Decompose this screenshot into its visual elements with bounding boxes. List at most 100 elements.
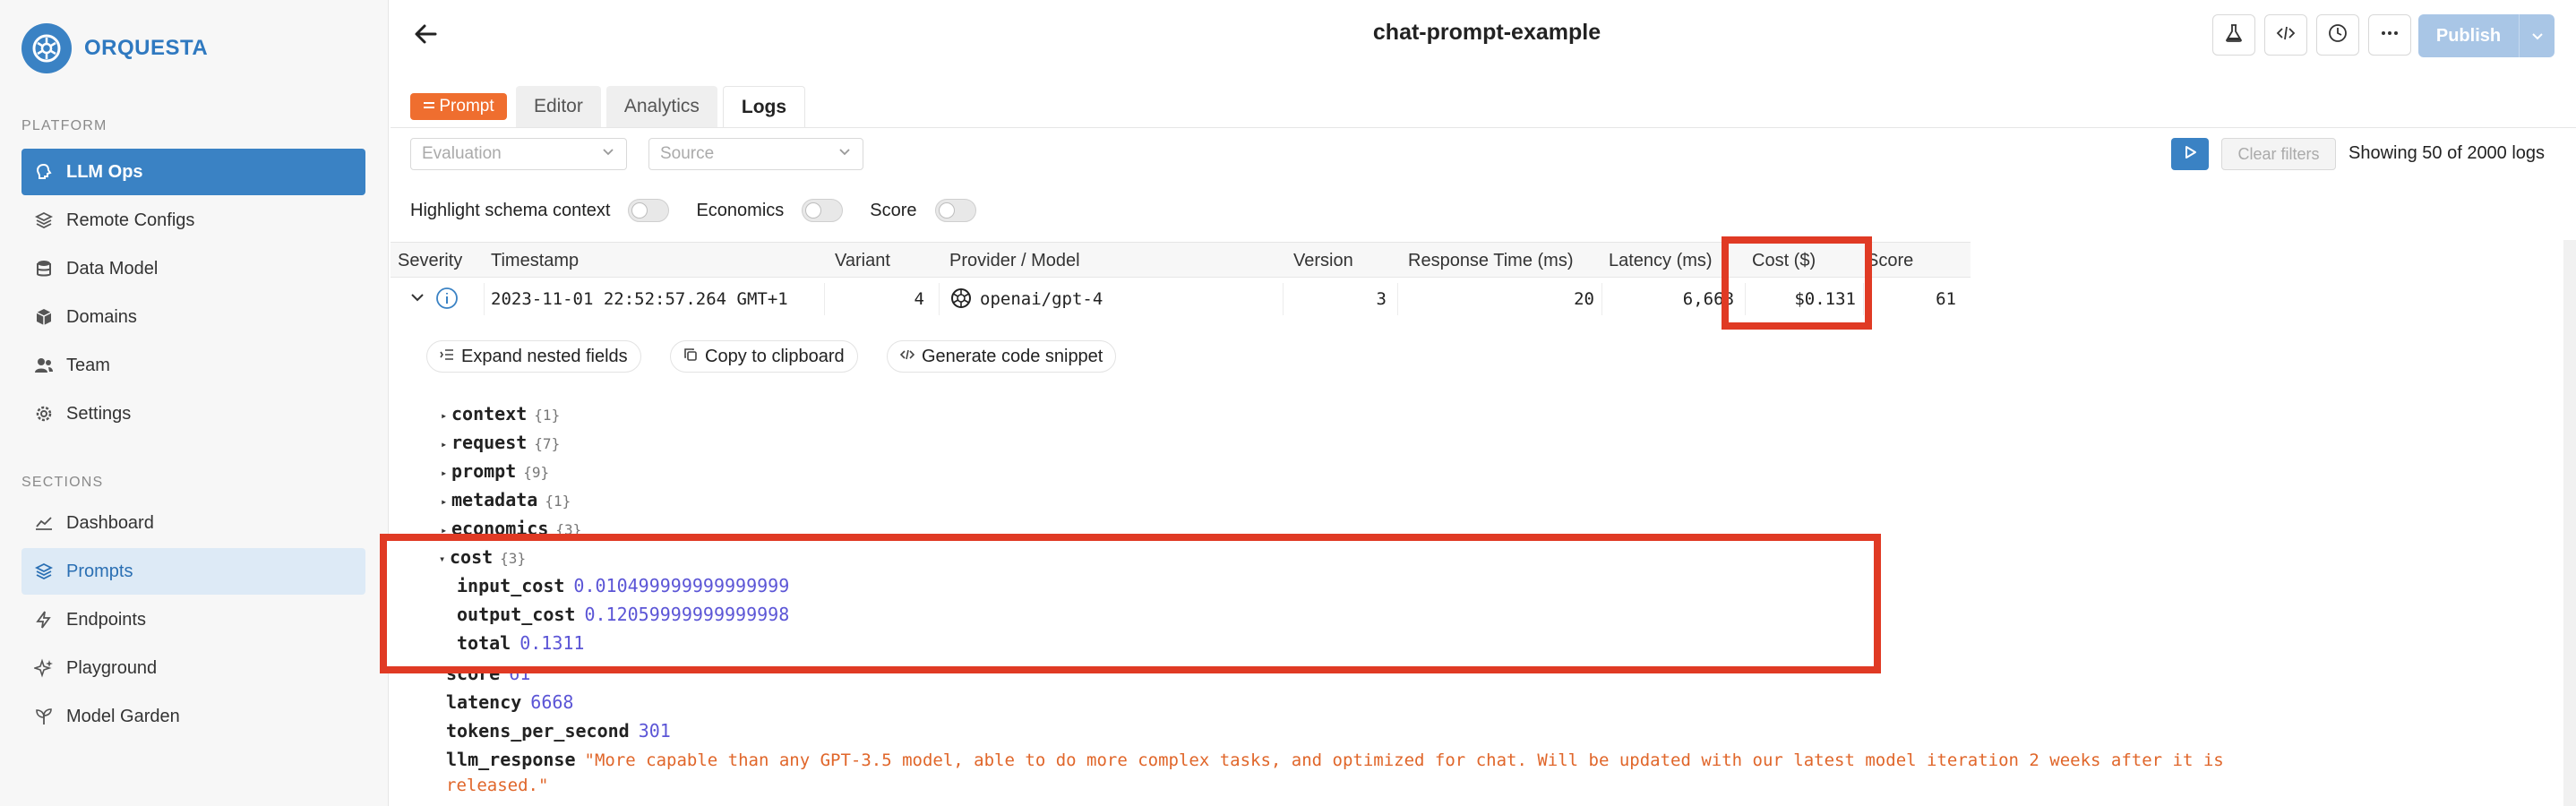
- chevron-down-icon: [601, 144, 615, 164]
- column-header-version[interactable]: Version: [1293, 251, 1353, 271]
- list-expand-icon: [440, 347, 454, 366]
- chevron-down-icon: [837, 144, 852, 164]
- menu-icon: [423, 97, 435, 116]
- tree-node-request[interactable]: ▸ request {7}: [441, 432, 560, 453]
- expand-nested-fields-button[interactable]: Expand nested fields: [426, 340, 641, 373]
- chevron-down-icon[interactable]: [408, 288, 426, 312]
- tree-leaf-latency: latency 6668: [446, 691, 574, 713]
- caret-right-icon: ▸: [441, 408, 448, 422]
- info-icon: [435, 287, 459, 315]
- tree-node-metadata[interactable]: ▸ metadata {1}: [441, 489, 571, 510]
- log-count-text: Showing 50 of 2000 logs: [2348, 143, 2546, 163]
- gear-icon: [34, 404, 54, 424]
- bolt-icon: [34, 610, 54, 630]
- clock-icon: [2328, 23, 2348, 47]
- sidebar-item-label: Data Model: [66, 258, 159, 279]
- toggle-knob: [631, 202, 648, 219]
- caret-down-icon: ▾: [439, 552, 446, 565]
- ellipsis-icon: [2380, 23, 2400, 47]
- score-label: Score: [870, 200, 917, 220]
- sidebar-item-domains[interactable]: Domains: [21, 294, 365, 340]
- sidebar-item-label: Endpoints: [66, 609, 146, 630]
- layers-icon: [34, 210, 54, 230]
- clear-filters-button[interactable]: Clear filters: [2221, 138, 2336, 170]
- toggle-knob: [805, 202, 822, 219]
- sidebar-item-label: Domains: [66, 306, 137, 327]
- layers-icon: [34, 562, 54, 581]
- copy-to-clipboard-label: Copy to clipboard: [705, 346, 845, 366]
- cost-column-highlight: [1722, 236, 1872, 330]
- column-header-severity[interactable]: Severity: [398, 251, 462, 271]
- cell-timestamp: 2023-11-01 22:52:57.264 GMT+1: [491, 289, 788, 309]
- sidebar-item-label: Model Garden: [66, 706, 180, 726]
- evaluation-select[interactable]: Evaluation: [410, 138, 627, 170]
- column-header-timestamp[interactable]: Timestamp: [491, 251, 579, 271]
- vertical-scrollbar[interactable]: [2563, 240, 2576, 806]
- highlighted-tree-leaf-output-cost: output_cost 0.12059999999999998: [457, 604, 790, 625]
- run-filters-button[interactable]: [2171, 138, 2209, 170]
- cell-response-time: 20: [1574, 289, 1594, 309]
- flask-icon: [2224, 23, 2244, 47]
- column-header-score[interactable]: Score: [1867, 251, 1913, 271]
- sidebar-item-remote-configs[interactable]: Remote Configs: [21, 197, 365, 244]
- more-options-button[interactable]: [2368, 14, 2411, 56]
- tree-node-prompt[interactable]: ▸ prompt {9}: [441, 460, 549, 482]
- sidebar-item-model-garden[interactable]: Model Garden: [21, 693, 365, 740]
- tab-bar: Prompt Editor Analytics Logs: [410, 81, 811, 127]
- source-select[interactable]: Source: [648, 138, 863, 170]
- tab-logs[interactable]: Logs: [722, 86, 806, 127]
- sidebar-item-label: Playground: [66, 657, 158, 678]
- code-icon: [2276, 23, 2296, 47]
- platform-section-label: PLATFORM: [21, 118, 107, 133]
- generate-code-snippet-button[interactable]: Generate code snippet: [887, 340, 1117, 373]
- column-header-latency[interactable]: Latency (ms): [1609, 251, 1713, 271]
- sidebar-item-dashboard[interactable]: Dashboard: [21, 500, 365, 546]
- highlighted-tree-leaf-input-cost: input_cost 0.010499999999999999: [457, 575, 790, 596]
- caret-right-icon: ▸: [441, 437, 448, 450]
- highlight-schema-label: Highlight schema context: [410, 200, 611, 220]
- brain-icon: [34, 162, 54, 182]
- sidebar-item-label: Settings: [66, 403, 132, 424]
- plant-icon: [34, 707, 54, 726]
- code-icon: [899, 347, 915, 366]
- toggle-knob: [938, 202, 955, 219]
- test-button[interactable]: [2212, 14, 2255, 56]
- cell-score: 61: [1936, 289, 1956, 309]
- generate-code-snippet-label: Generate code snippet: [922, 346, 1103, 366]
- brand-name: ORQUESTA: [84, 36, 209, 60]
- cube-icon: [34, 307, 54, 327]
- back-arrow-icon[interactable]: [412, 20, 441, 48]
- code-button[interactable]: [2264, 14, 2307, 56]
- evaluation-select-placeholder: Evaluation: [422, 144, 502, 163]
- sidebar-item-prompts[interactable]: Prompts: [21, 548, 365, 595]
- highlight-schema-toggle[interactable]: [628, 199, 670, 222]
- sidebar-item-settings[interactable]: Settings: [21, 390, 365, 437]
- score-toggle[interactable]: [934, 199, 976, 222]
- tab-analytics[interactable]: Analytics: [605, 86, 717, 127]
- copy-to-clipboard-button[interactable]: Copy to clipboard: [670, 340, 858, 373]
- publish-button[interactable]: Publish: [2418, 14, 2555, 57]
- database-icon: [34, 259, 54, 279]
- sidebar-item-llm-ops[interactable]: LLM Ops: [21, 149, 365, 195]
- sidebar-item-data-model[interactable]: Data Model: [21, 245, 365, 292]
- economics-label: Economics: [696, 200, 785, 220]
- sidebar-item-playground[interactable]: Playground: [21, 645, 365, 691]
- sidebar-item-team[interactable]: Team: [21, 342, 365, 389]
- sidebar-item-endpoints[interactable]: Endpoints: [21, 596, 365, 643]
- chevron-down-icon[interactable]: [2519, 14, 2555, 57]
- column-header-provider-model[interactable]: Provider / Model: [949, 251, 1080, 271]
- source-select-placeholder: Source: [660, 144, 715, 163]
- tab-editor[interactable]: Editor: [516, 86, 601, 127]
- history-button[interactable]: [2316, 14, 2359, 56]
- column-header-variant[interactable]: Variant: [835, 251, 890, 271]
- cell-model: openai/gpt-4: [980, 289, 1103, 309]
- sections-section-label: SECTIONS: [21, 475, 104, 490]
- copy-icon: [683, 347, 698, 366]
- highlighted-tree-node-cost[interactable]: ▾ cost {3}: [439, 546, 526, 568]
- column-header-response-time[interactable]: Response Time (ms): [1408, 251, 1574, 271]
- brand-logo[interactable]: ORQUESTA: [21, 23, 208, 73]
- toggle-row: Highlight schema context Economics Score: [410, 199, 1003, 222]
- play-icon: [2182, 144, 2198, 165]
- economics-toggle[interactable]: [802, 199, 844, 222]
- tree-node-context[interactable]: ▸ context {1}: [441, 403, 560, 424]
